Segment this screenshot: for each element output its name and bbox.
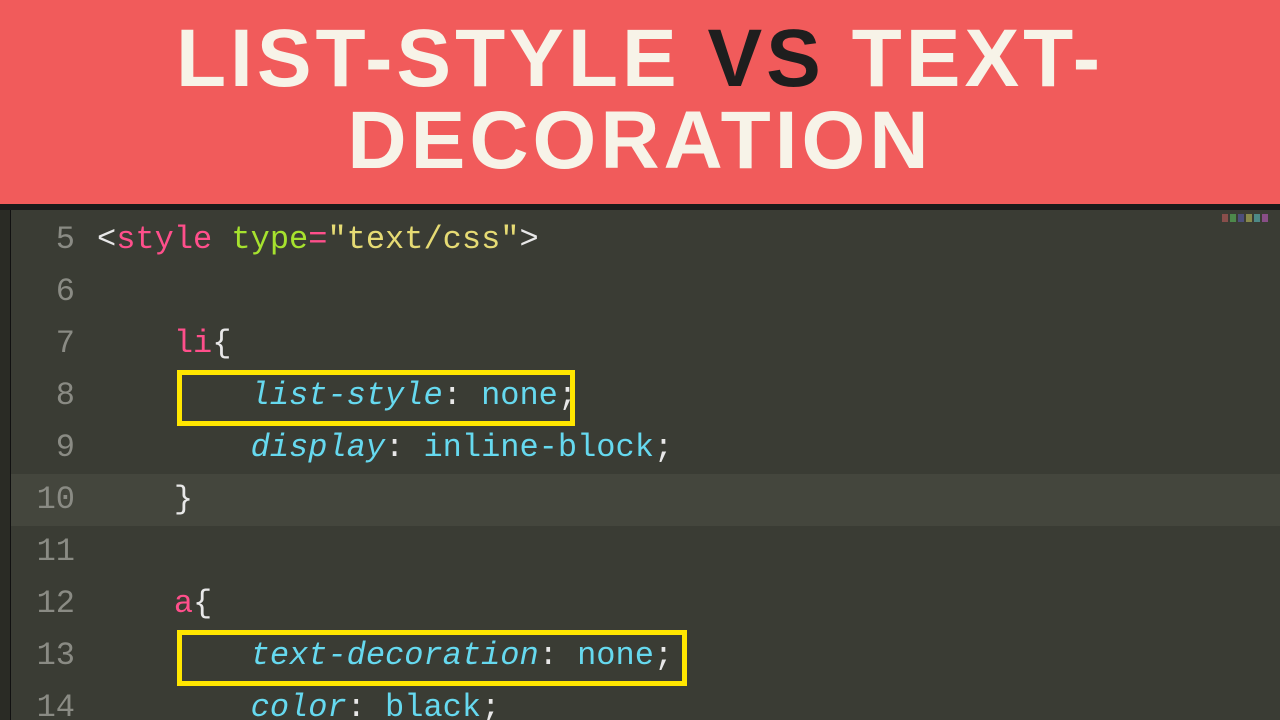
code-line bbox=[97, 526, 1280, 578]
line-number: 5 bbox=[11, 214, 97, 266]
code-line: display: inline-block; bbox=[97, 422, 1280, 474]
code-line: a{ bbox=[97, 578, 1280, 630]
line-number: 13 bbox=[11, 630, 97, 682]
editor-left-edge bbox=[0, 210, 11, 720]
code-line: } bbox=[97, 474, 1280, 526]
line-number: 8 bbox=[11, 370, 97, 422]
code-line: li{ bbox=[97, 318, 1280, 370]
line-number: 11 bbox=[11, 526, 97, 578]
minimap-icon bbox=[1222, 214, 1268, 222]
banner-vs: VS bbox=[707, 13, 824, 104]
banner-left: LIST-STYLE bbox=[176, 13, 681, 104]
code-line: text-decoration: none; bbox=[97, 630, 1280, 682]
line-number: 10 bbox=[11, 474, 97, 526]
code-line: color: black; bbox=[97, 682, 1280, 720]
code-line: <style type="text/css"> bbox=[97, 214, 1280, 266]
line-number: 12 bbox=[11, 578, 97, 630]
code-line: list-style: none; bbox=[97, 370, 1280, 422]
line-number: 6 bbox=[11, 266, 97, 318]
code-area[interactable]: <style type="text/css"> li{ list-style: … bbox=[97, 210, 1280, 720]
line-number: 9 bbox=[11, 422, 97, 474]
code-line bbox=[97, 266, 1280, 318]
title-banner: LIST-STYLE VS TEXT-DECORATION bbox=[0, 0, 1280, 204]
banner-text: LIST-STYLE VS TEXT-DECORATION bbox=[176, 13, 1104, 186]
line-number: 14 bbox=[11, 682, 97, 720]
line-number-gutter: 56789101112131415 bbox=[11, 210, 97, 720]
line-number: 7 bbox=[11, 318, 97, 370]
code-editor: 56789101112131415 <style type="text/css"… bbox=[0, 204, 1280, 720]
